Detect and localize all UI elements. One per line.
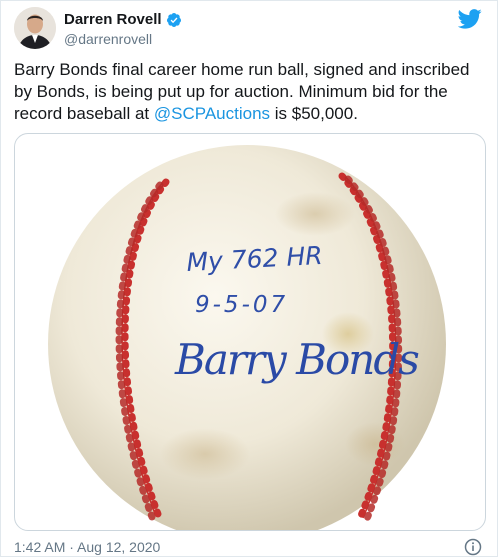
author-name[interactable]: Darren Rovell (64, 11, 162, 28)
tweet-footer: 1:42 AM · Aug 12, 2020 (14, 538, 486, 557)
tweet-header: Darren Rovell @darrenrovell (14, 7, 486, 53)
baseball-image: My 762 HR 9-5-07 Barry Bonds (48, 145, 446, 530)
verified-badge-icon (166, 12, 181, 27)
twitter-bird-icon[interactable] (458, 9, 482, 29)
media-image[interactable]: My 762 HR 9-5-07 Barry Bonds (14, 133, 486, 531)
tweet-text-end: is $50,000. (270, 104, 358, 123)
tweet-text: Barry Bonds final career home run ball, … (14, 59, 484, 125)
author-handle[interactable]: @darrenrovell (64, 31, 152, 47)
tweet-card: Darren Rovell @darrenrovell Barry Bonds … (0, 0, 498, 557)
mention-link[interactable]: @SCPAuctions (154, 104, 270, 123)
inscription-line2: 9-5-07 (195, 292, 288, 318)
signature: Barry Bonds (174, 335, 419, 384)
avatar[interactable] (14, 7, 56, 49)
info-icon[interactable] (464, 538, 482, 556)
timestamp[interactable]: 1:42 AM · Aug 12, 2020 (14, 539, 160, 555)
